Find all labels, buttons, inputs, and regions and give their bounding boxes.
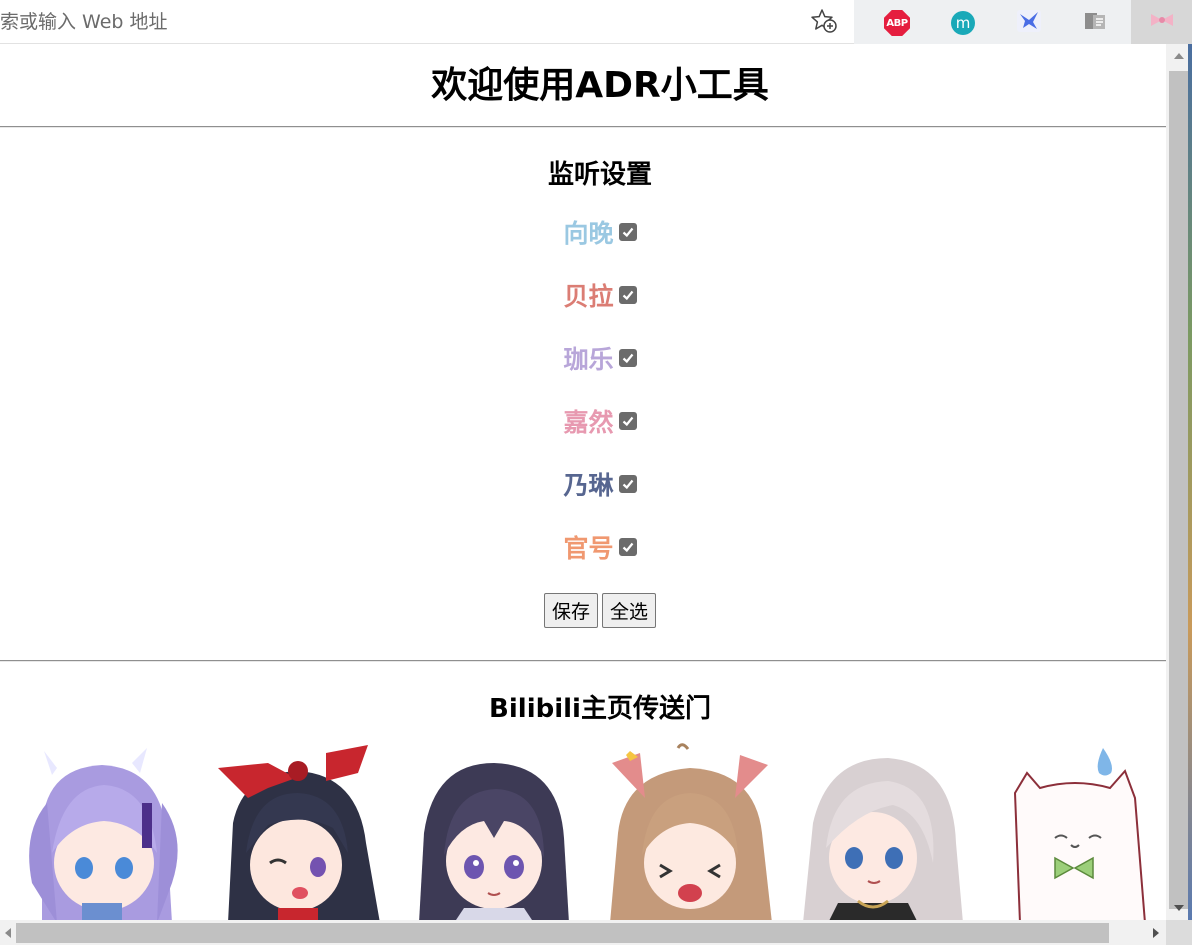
member-row-xiangwan: 向晚 xyxy=(0,212,1166,252)
nailin-avatar-image xyxy=(803,758,963,920)
page-viewport: 欢迎使用ADR小工具 监听设置 向晚 贝拉 珈乐 嘉然 乃琳 官号 保存 全选 … xyxy=(0,44,1166,920)
window-edge xyxy=(1188,44,1192,920)
bird-extension-button[interactable] xyxy=(1012,6,1046,40)
member-row-beila: 贝拉 xyxy=(0,275,1166,315)
add-favorite-button[interactable] xyxy=(806,8,842,38)
horizontal-scrollbar[interactable] xyxy=(0,920,1166,945)
action-buttons: 保存 全选 xyxy=(0,593,1166,628)
address-input[interactable] xyxy=(0,7,780,37)
triangle-left-icon xyxy=(5,927,11,938)
avatar-xiangwan-link[interactable] xyxy=(12,743,192,920)
select-all-button[interactable]: 全选 xyxy=(602,593,657,628)
avatar-guanhao-link[interactable] xyxy=(985,743,1165,920)
member-checkbox[interactable] xyxy=(618,538,637,556)
guanhao-avatar-image xyxy=(1013,748,1146,920)
browser-toolbar: ABP m xyxy=(0,0,1192,44)
member-row-jiaran: 嘉然 xyxy=(0,401,1166,441)
m-extension-button[interactable]: m xyxy=(946,6,980,40)
save-button[interactable]: 保存 xyxy=(543,593,598,628)
m-extension-icon: m xyxy=(951,11,975,35)
reader-icon xyxy=(1083,10,1107,36)
checkmark-icon xyxy=(622,479,633,490)
member-checkbox[interactable] xyxy=(618,412,637,430)
member-name: 贝拉 xyxy=(563,282,614,311)
xiangwan-avatar-image xyxy=(29,748,178,920)
member-name: 乃琳 xyxy=(563,471,614,500)
vertical-scroll-thumb[interactable] xyxy=(1169,71,1189,909)
horizontal-scroll-thumb[interactable] xyxy=(16,923,1109,943)
adblock-plus-extension-button[interactable]: ABP xyxy=(880,6,914,40)
checkmark-icon xyxy=(622,227,633,238)
divider xyxy=(0,126,1166,128)
member-name: 向晚 xyxy=(563,219,614,248)
triangle-up-icon xyxy=(1174,53,1184,59)
member-row-jiale: 珈乐 xyxy=(0,338,1166,378)
member-checkbox[interactable] xyxy=(618,286,637,304)
checkmark-icon xyxy=(622,290,633,301)
member-checkbox[interactable] xyxy=(618,223,637,241)
checkmark-icon xyxy=(622,353,633,364)
scrollbar-corner xyxy=(1166,920,1192,945)
jiale-avatar-image xyxy=(419,763,569,920)
divider xyxy=(0,660,1166,662)
bird-icon xyxy=(1016,9,1042,37)
bow-extension-button[interactable] xyxy=(1131,0,1192,44)
avatar-nailin-link[interactable] xyxy=(788,743,968,920)
scroll-right-button[interactable] xyxy=(1145,920,1166,945)
triangle-down-icon xyxy=(1174,905,1184,911)
avatar-jiaran-link[interactable] xyxy=(600,743,780,920)
checkmark-icon xyxy=(622,416,633,427)
scroll-left-button[interactable] xyxy=(0,920,16,945)
bilibili-portal-heading: Bilibili主页传送门 xyxy=(489,694,711,724)
beila-avatar-image xyxy=(218,745,380,920)
adblock-plus-icon: ABP xyxy=(884,10,910,36)
listen-settings-heading: 监听设置 xyxy=(547,160,652,190)
member-name: 嘉然 xyxy=(563,408,614,437)
abp-label: ABP xyxy=(886,17,908,29)
member-checkbox[interactable] xyxy=(618,349,637,367)
member-name: 珈乐 xyxy=(563,345,614,374)
checkmark-icon xyxy=(622,542,633,553)
avatar-beila-link[interactable] xyxy=(208,743,388,920)
member-checkbox[interactable] xyxy=(618,475,637,493)
bow-icon xyxy=(1148,12,1176,32)
avatar-row xyxy=(0,743,1166,920)
avatar-jiale-link[interactable] xyxy=(404,743,584,920)
address-bar xyxy=(0,0,854,44)
star-add-icon xyxy=(810,8,838,38)
member-name: 官号 xyxy=(563,534,614,563)
member-row-nailin: 乃琳 xyxy=(0,464,1166,504)
jiaran-avatar-image xyxy=(610,743,772,920)
member-row-guanhao: 官号 xyxy=(0,527,1166,567)
triangle-right-icon xyxy=(1152,927,1159,938)
page-title: 欢迎使用ADR小工具 xyxy=(431,65,769,106)
reader-extension-button[interactable] xyxy=(1078,6,1112,40)
